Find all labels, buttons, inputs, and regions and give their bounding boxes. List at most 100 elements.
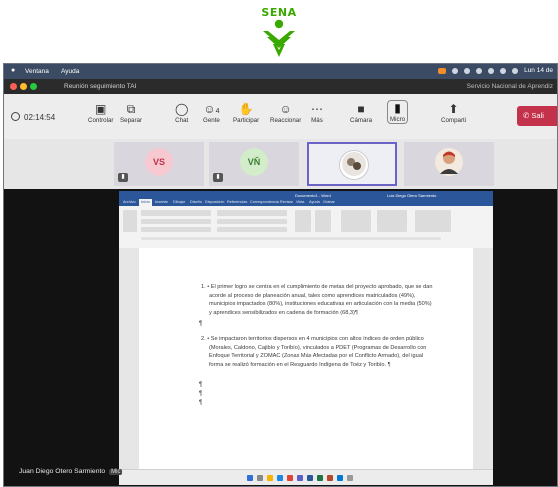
sena-logo: SENA (248, 6, 310, 58)
avatar-photo (339, 150, 369, 180)
menu-ayuda[interactable]: Ayuda (61, 68, 79, 75)
word-ribbon (119, 206, 493, 249)
search-icon[interactable] (257, 475, 263, 481)
mic-button[interactable]: ▮ Micro (387, 100, 409, 124)
paragraph-spacing-group[interactable] (217, 227, 287, 232)
status-icon[interactable] (464, 67, 471, 74)
sena-emblem-icon (263, 19, 295, 57)
paragraph-list-group[interactable] (217, 210, 287, 216)
photo-avatar-icon (342, 152, 366, 176)
raise-hand-button[interactable]: ✋ Participar (233, 102, 259, 124)
tab-correspondencia[interactable]: Correspondencia (250, 200, 279, 204)
more-button[interactable]: ⋯ Más (311, 102, 323, 124)
chrome-icon[interactable] (287, 475, 293, 481)
windows-start-icon[interactable] (247, 475, 253, 481)
presenter-mic-badge: Mic (109, 469, 123, 475)
word-icon[interactable] (307, 475, 313, 481)
pilcrow: ¶ (199, 321, 203, 327)
tab-archivo[interactable]: Archivo (123, 200, 136, 204)
chat-button[interactable]: ◯ Chat (175, 102, 188, 124)
participant-tile-active[interactable] (307, 142, 397, 186)
tab-dibujar[interactable]: Dibujar (173, 200, 185, 204)
share-button[interactable]: ⬆ Comparti (441, 102, 466, 124)
leave-button[interactable]: ✆ Sali (517, 106, 557, 126)
excel-icon[interactable] (317, 475, 323, 481)
font-color-group[interactable] (141, 227, 211, 232)
window-title-bar: Reunión seguimiento TAI Servicio Naciona… (4, 79, 557, 94)
battery-icon[interactable] (488, 67, 495, 74)
react-button[interactable]: ☺ Reaccionar (270, 102, 301, 124)
tab-insertar[interactable]: Insertar (155, 200, 168, 204)
paste-icon[interactable] (123, 210, 137, 232)
tab-revisar[interactable]: Revisar (280, 200, 293, 204)
word-window: Documento1 - Word Luis Diego Otero Sarmi… (119, 191, 493, 485)
tab-inicio[interactable]: Inicio (139, 199, 152, 206)
avatar: VS (145, 148, 173, 176)
menu-clock[interactable]: Lun 14 de (524, 67, 553, 74)
control-button[interactable]: ▣ Controlar (88, 102, 113, 124)
presenter-name-label: Juan Diego Otero Sarmiento Mic (19, 468, 123, 475)
camera-button[interactable]: ■ Cámara (350, 102, 372, 124)
document-page[interactable]: 1. • El primer logro se centra en el cum… (139, 248, 473, 470)
file-explorer-icon[interactable] (267, 475, 273, 481)
tab-diseno[interactable]: Diseño (190, 200, 202, 204)
paragraph-align-group[interactable] (217, 219, 287, 224)
raise-hand-icon: ✋ (238, 102, 254, 116)
pilcrow: ¶ (199, 391, 203, 397)
wifi-icon[interactable] (500, 67, 507, 74)
close-window-icon[interactable] (10, 83, 17, 90)
meeting-timer: 02:14:54 (11, 112, 55, 122)
font-selector[interactable] (141, 210, 211, 216)
pop-out-icon: ⧉ (126, 102, 136, 116)
paragraph-1[interactable]: 1. • El primer logro se centra en el cum… (201, 283, 432, 317)
status-icon[interactable] (452, 67, 459, 74)
participant-tile[interactable] (404, 142, 494, 186)
windows-taskbar (119, 469, 493, 485)
powerpoint-icon[interactable] (327, 475, 333, 481)
outlook-icon[interactable] (337, 475, 343, 481)
pop-out-button[interactable]: ⧉ Separar (120, 102, 142, 124)
app-icon[interactable] (347, 475, 353, 481)
avatar-photo (435, 148, 463, 176)
participant-tile[interactable]: VŇ ▮ (209, 142, 299, 186)
apple-icon[interactable]: ● (11, 67, 15, 74)
word-title-bar: Documento1 - Word Luis Diego Otero Sarmi… (119, 191, 493, 199)
avatar: VŇ (240, 148, 268, 176)
people-icon: ☺4 (203, 102, 220, 116)
tab-referencias[interactable]: Referencias (227, 200, 247, 204)
teams-icon[interactable] (297, 475, 303, 481)
mac-menu-bar: ● Ventana Ayuda Lun 14 de (4, 64, 557, 79)
maximize-window-icon[interactable] (30, 83, 37, 90)
organization-name: Servicio Nacional de Aprendiz (466, 83, 553, 90)
mic-muted-icon: ▮ (213, 173, 223, 182)
paragraph-2[interactable]: 2. • Se impactaron territorios dispersos… (201, 335, 426, 369)
participant-strip: VS ▮ VŇ ▮ (4, 139, 557, 189)
status-icon[interactable] (476, 67, 483, 74)
addin-icon[interactable] (415, 210, 451, 232)
more-icon: ⋯ (311, 102, 323, 116)
tab-grabar[interactable]: Grabar (323, 200, 335, 204)
phone-icon: ✆ (523, 111, 530, 120)
styles-icon[interactable] (295, 210, 311, 232)
menu-ventana[interactable]: Ventana (25, 68, 49, 75)
search-icon[interactable] (512, 67, 519, 74)
tab-disposicion[interactable]: Disposición (205, 200, 224, 204)
participant-tile[interactable]: VS ▮ (114, 142, 204, 186)
font-format-group[interactable] (141, 219, 211, 224)
addin-icon[interactable] (341, 210, 371, 232)
editing-icon[interactable] (315, 210, 331, 232)
recording-icon[interactable] (438, 67, 447, 74)
word-ribbon-tabs: Archivo Inicio Insertar Dibujar Diseño D… (119, 199, 493, 206)
screenshot-frame: ● Ventana Ayuda Lun 14 de Reunión seguim… (3, 63, 558, 487)
minimize-window-icon[interactable] (20, 83, 27, 90)
pilcrow: ¶ (199, 382, 203, 388)
tab-vista[interactable]: Vista (296, 200, 304, 204)
share-icon: ⬆ (448, 102, 459, 116)
edge-icon[interactable] (277, 475, 283, 481)
camera-off-icon: ■ (357, 102, 365, 116)
addin-icon[interactable] (377, 210, 407, 232)
people-button[interactable]: ☺4 Gente (203, 102, 220, 124)
tab-ayuda[interactable]: Ayuda (309, 200, 320, 204)
word-document-title: Documento1 - Word (295, 193, 331, 198)
person-photo-icon (440, 151, 458, 174)
